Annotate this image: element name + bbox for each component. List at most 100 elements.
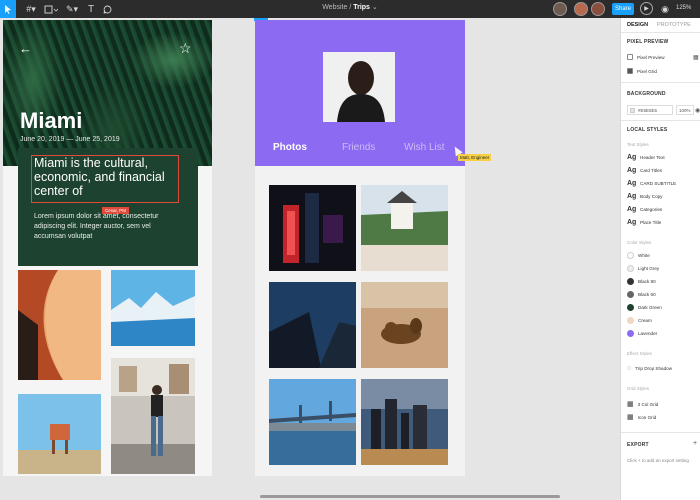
tab-wish-list[interactable]: Wish List <box>404 142 445 153</box>
tab-friends[interactable]: Friends <box>342 142 375 153</box>
dusk-building-photo <box>269 282 356 368</box>
trip-dates: June 20, 2019 — June 25, 2019 <box>20 136 120 143</box>
color-style-label: Cream <box>638 318 652 323</box>
star-icon[interactable]: ☆ <box>179 40 192 57</box>
castle-photo <box>361 185 448 271</box>
design-panel: DESIGN PROTOTYPE PIXEL PREVIEW Pixel Pre… <box>620 18 700 500</box>
collaborator-cursor-tag: Matt, Engineer <box>458 154 492 161</box>
text-style-icon: Ag <box>627 154 637 161</box>
text-style-icon: Ag <box>627 180 637 187</box>
color-style-item[interactable]: Black 80 <box>627 278 656 285</box>
profile-frame[interactable]: Photos Friends Wish List <box>255 20 465 476</box>
pixel-grid-row[interactable]: Pixel Grid <box>627 68 657 74</box>
pixel-grid-checkbox[interactable] <box>627 68 633 74</box>
trip-detail-frame[interactable]: ← ☆ Miami June 20, 2019 — June 25, 2019 … <box>3 20 212 476</box>
color-style-label: Dark Green <box>638 305 662 310</box>
neon-sign-photo <box>269 185 356 271</box>
move-tool-icon[interactable] <box>0 0 16 18</box>
text-styles-title: Text Styles <box>627 142 649 147</box>
text-style-item[interactable]: Ag Header Text <box>627 154 665 161</box>
color-style-label: White <box>638 253 650 258</box>
color-swatch <box>627 304 634 311</box>
tab-design[interactable]: DESIGN <box>627 22 648 28</box>
city-title: Miami <box>20 108 83 133</box>
text-style-label: Header Text <box>640 155 665 160</box>
street-woman-photo <box>111 358 195 474</box>
color-style-label: Black 60 <box>638 292 656 297</box>
shape-tool-icon[interactable] <box>42 0 60 18</box>
text-style-item[interactable]: Ag Categories <box>627 206 662 213</box>
pen-tool-icon[interactable]: ✎▾ <box>63 0 81 18</box>
text-style-item[interactable]: Ag Body Copy <box>627 193 662 200</box>
color-swatch <box>627 291 634 298</box>
background-section-title: BACKGROUND <box>627 91 666 97</box>
present-play-icon[interactable]: ▶ <box>640 2 653 15</box>
grid-style-label: Icon Grid <box>637 414 657 420</box>
back-arrow-icon[interactable]: ← <box>19 41 32 56</box>
share-button[interactable]: Share <box>612 3 634 15</box>
tab-prototype[interactable]: PROTOTYPE <box>657 22 691 28</box>
local-styles-section-title: LOCAL STYLES <box>627 127 668 133</box>
text-style-item[interactable]: Ag Place Title <box>627 219 661 226</box>
add-export-plus-icon[interactable]: + <box>693 440 697 447</box>
text-style-item[interactable]: Ag Card Titles <box>627 167 662 174</box>
effect-styles-title: Effect Styles <box>627 351 652 356</box>
background-hex-input[interactable]: #E5E5E5 <box>627 105 673 115</box>
bridge-city-photo <box>269 379 356 465</box>
color-swatch <box>627 265 634 272</box>
profile-photo[interactable] <box>323 52 395 122</box>
architecture-photo <box>18 270 101 380</box>
text-style-item[interactable]: Ag CARD SUBTITLE <box>627 180 676 187</box>
drop-shadow-icon: ◌ <box>627 365 632 372</box>
divider <box>621 32 700 33</box>
pixel-preview-grid-icon[interactable]: ▦ <box>693 54 699 61</box>
background-swatch[interactable] <box>630 108 635 113</box>
text-tool-icon[interactable]: T <box>84 0 98 18</box>
frame-tool-icon[interactable]: #▾ <box>22 0 40 18</box>
skyline-sunset-photo <box>361 379 448 465</box>
chevron-down-icon[interactable]: ⌄ <box>372 4 378 11</box>
selection-box <box>31 155 179 203</box>
avatar[interactable] <box>591 2 605 16</box>
divider <box>621 82 700 83</box>
color-style-item[interactable]: Black 60 <box>627 291 656 298</box>
pixel-preview-section-title: PIXEL PREVIEW <box>627 39 669 45</box>
pixel-grid-label: Pixel Grid <box>637 68 657 74</box>
background-hex-value: #E5E5E5 <box>638 107 658 113</box>
pixel-preview-label: Pixel Preview <box>637 54 665 60</box>
divider <box>621 120 700 121</box>
color-styles-title: Color Styles <box>627 240 652 245</box>
color-style-item[interactable]: Dark Green <box>627 304 662 311</box>
color-style-item[interactable]: Lavender <box>627 330 657 337</box>
pixel-preview-checkbox[interactable] <box>627 54 633 60</box>
color-swatch <box>627 317 634 324</box>
eye-icon[interactable]: ◉ <box>695 107 700 114</box>
color-style-item[interactable]: White <box>627 252 650 259</box>
text-style-label: Categories <box>640 207 663 212</box>
text-style-icon: Ag <box>627 167 637 174</box>
grid-icon: ▦ <box>627 414 634 421</box>
avatar[interactable] <box>553 2 567 16</box>
grid-styles-title: Grid Styles <box>627 386 650 391</box>
effect-style-label: Trip Drop Shadow <box>635 366 673 371</box>
color-swatch <box>627 330 634 337</box>
text-style-icon: Ag <box>627 219 637 226</box>
avatar[interactable] <box>574 2 588 16</box>
effect-style-item[interactable]: ◌ Trip Drop Shadow <box>627 365 672 372</box>
city-info-card[interactable]: Miami is the cultural, economic, and fin… <box>18 148 198 266</box>
background-opacity-input[interactable]: 100% <box>676 105 694 115</box>
text-style-icon: Ag <box>627 193 637 200</box>
horizontal-scrollbar[interactable] <box>260 495 560 498</box>
top-toolbar: #▾ ✎▾ T Website / Trips ⌄ Share ▶ ◉ 125% <box>0 0 700 18</box>
card-body-text: Lorem ipsum dolor sit amet, consectetur … <box>34 213 159 240</box>
grid-style-item[interactable]: ▦ Icon Grid <box>627 413 656 421</box>
grid-style-item[interactable]: ▦ 3 Col Grid <box>627 400 658 408</box>
color-style-item[interactable]: Cream <box>627 317 652 324</box>
pixel-preview-row[interactable]: Pixel Preview <box>627 54 665 60</box>
color-style-item[interactable]: Light Grey <box>627 265 659 272</box>
comment-tool-icon[interactable] <box>100 0 114 18</box>
color-swatch <box>627 252 634 259</box>
view-eye-icon[interactable]: ◉ <box>659 0 671 18</box>
tab-photos[interactable]: Photos <box>273 142 307 153</box>
zoom-level[interactable]: 125% <box>676 5 691 11</box>
